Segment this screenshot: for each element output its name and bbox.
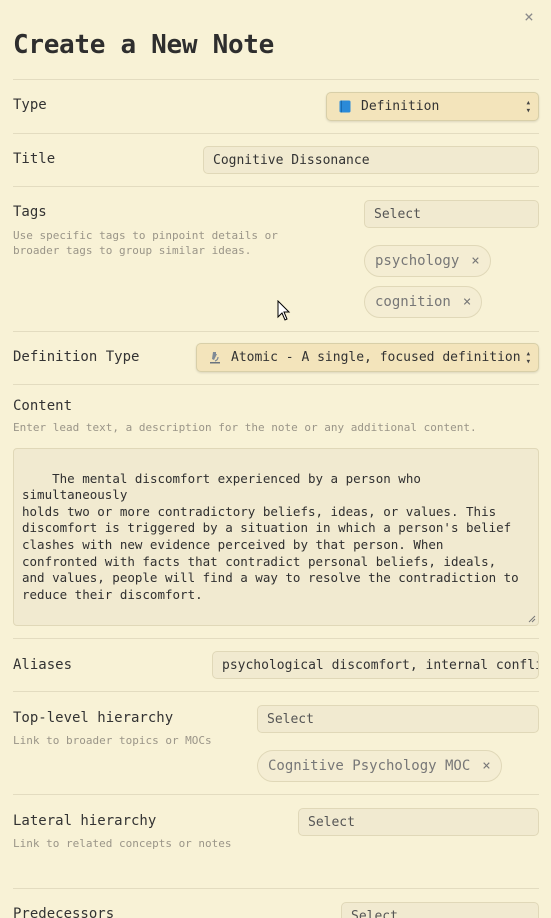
close-icon[interactable]: × [520,8,538,26]
remove-moc-icon[interactable]: × [482,758,490,774]
chevron-updown-icon: ▴ ▾ [525,98,531,116]
content-text: The mental discomfort experienced by a p… [22,470,519,602]
remove-tag-icon[interactable]: × [471,253,479,269]
lateral-hierarchy-select[interactable]: Select [298,808,539,836]
divider [13,638,539,639]
resize-handle-icon[interactable] [528,615,536,623]
moc-label: Cognitive Psychology MOC [268,758,471,774]
content-label: Content [13,398,73,414]
type-label: Type [13,97,47,113]
tag-pill-psychology: psychology × [364,245,491,277]
dialog-title: Create a New Note [13,30,275,60]
tags-description: Use specific tags to pinpoint details or… [13,229,278,257]
tag-label: cognition [375,294,451,310]
divider [13,888,539,889]
predecessors-select[interactable]: Select [341,902,539,918]
tag-label: psychology [375,253,460,269]
divider [13,79,539,80]
lateral-hierarchy-label: Lateral hierarchy [13,813,157,829]
type-value: Definition [361,99,440,114]
tag-pill-cognition: cognition × [364,286,483,318]
divider [13,186,539,187]
top-level-hierarchy-description: Link to broader topics or MOCs [13,734,212,747]
create-note-dialog: × Create a New Note Type Definition ▴ ▾ T… [0,0,551,918]
definition-type-value: Atomic - A single, focused definition [231,350,521,365]
top-level-hierarchy-select[interactable]: Select [257,705,539,733]
definition-type-dropdown[interactable]: Atomic - A single, focused definition ▴ ▾ [196,343,539,372]
tags-label: Tags [13,204,47,220]
title-input[interactable]: Cognitive Dissonance [203,146,539,174]
content-description: Enter lead text, a description for the n… [13,421,477,434]
chevron-updown-icon: ▴ ▾ [525,349,531,367]
aliases-input[interactable]: psychological discomfort, internal confl… [212,651,539,679]
divider [13,331,539,332]
divider [13,794,539,795]
predecessors-label: Predecessors [13,906,115,918]
divider [13,133,539,134]
top-level-hierarchy-label: Top-level hierarchy [13,710,174,726]
mouse-cursor-icon [277,300,291,321]
moc-pill: Cognitive Psychology MOC × [257,750,502,782]
book-icon [339,100,351,113]
title-label: Title [13,151,56,167]
remove-tag-icon[interactable]: × [463,294,471,310]
type-dropdown[interactable]: Definition ▴ ▾ [326,92,539,121]
definition-type-label: Definition Type [13,349,140,365]
tags-select[interactable]: Select [364,200,539,228]
lateral-hierarchy-description: Link to related concepts or notes [13,837,232,850]
aliases-label: Aliases [13,657,73,673]
microscope-icon [209,351,221,364]
divider [13,384,539,385]
divider [13,691,539,692]
content-textarea[interactable]: The mental discomfort experienced by a p… [13,448,539,626]
